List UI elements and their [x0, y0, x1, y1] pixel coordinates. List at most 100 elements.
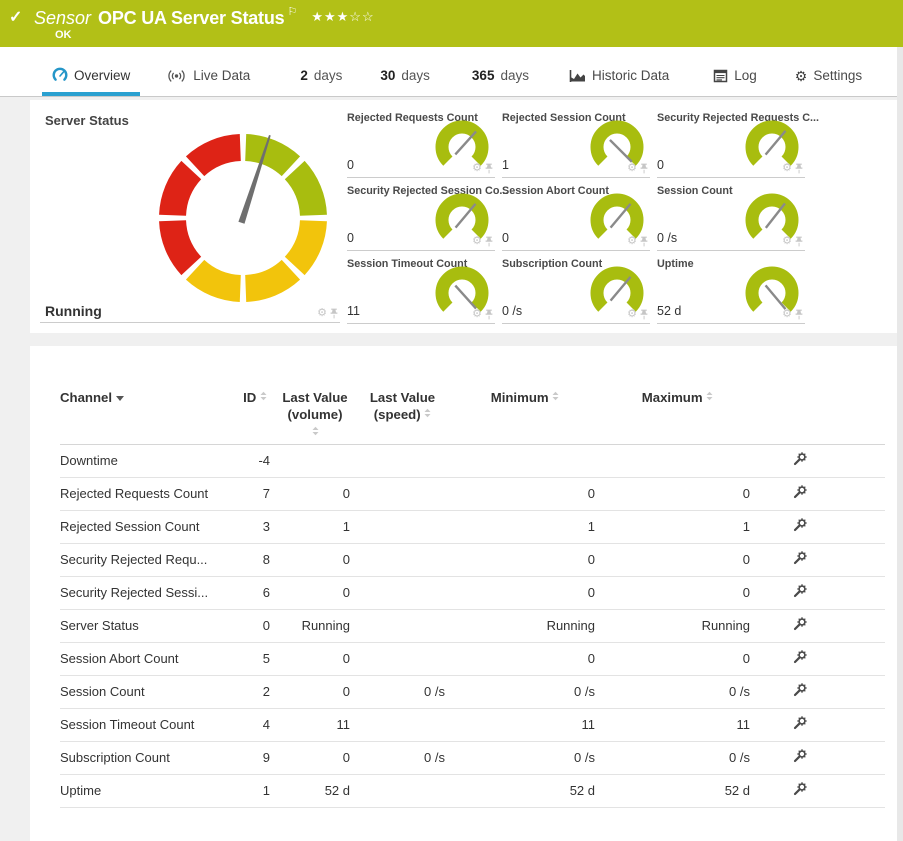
channel-name: Session Count — [60, 675, 240, 708]
wrench-icon[interactable] — [793, 617, 807, 631]
tab-2-days[interactable]: 2days — [290, 68, 352, 96]
column-header[interactable]: ID — [240, 390, 280, 444]
table-row: Subscription Count900 /s0 /s0 /s — [60, 741, 885, 774]
mini-gauge-panel: Session Abort Count 0 ⚙ — [502, 179, 650, 251]
chart-icon — [569, 69, 586, 83]
tab-overview[interactable]: Overview — [42, 67, 140, 96]
channel-cell: 0 /s — [455, 675, 605, 708]
sort-icon[interactable] — [312, 426, 319, 436]
tab-log[interactable]: Log — [703, 68, 767, 96]
channel-name: Uptime — [60, 774, 240, 807]
channel-cell: 0 — [455, 543, 605, 576]
tab-365-days[interactable]: 365days — [462, 68, 539, 96]
wrench-icon[interactable] — [793, 683, 807, 697]
sort-icon[interactable] — [424, 408, 431, 418]
wrench-icon[interactable] — [793, 749, 807, 763]
channel-name: Rejected Requests Count — [60, 477, 240, 510]
pin-icon[interactable] — [795, 163, 803, 174]
gear-icon[interactable]: ⚙ — [782, 309, 792, 320]
pin-icon[interactable] — [640, 309, 648, 320]
mini-gauge-value: 0 — [347, 158, 354, 172]
wrench-icon[interactable] — [793, 518, 807, 532]
priority-stars[interactable]: ★★★☆☆ — [311, 9, 374, 24]
channel-cell: 9 — [240, 741, 280, 774]
table-row: Downtime-4 — [60, 444, 885, 477]
channel-cell: 0 — [605, 576, 760, 609]
mini-gauge-panel: Uptime 52 d ⚙ — [657, 252, 805, 324]
channel-name: Rejected Session Count — [60, 510, 240, 543]
page-edge — [897, 47, 903, 841]
channel-cell — [360, 477, 455, 510]
wrench-icon[interactable] — [793, 650, 807, 664]
tab-historic-data[interactable]: Historic Data — [559, 68, 679, 96]
channel-cell: 1 — [280, 510, 360, 543]
pin-icon[interactable] — [640, 236, 648, 247]
pin-icon[interactable] — [485, 236, 493, 247]
column-header[interactable]: Last Value(volume) — [280, 390, 360, 444]
wrench-icon[interactable] — [793, 782, 807, 796]
channel-cell: 0 — [240, 609, 280, 642]
sensor-kind-label: Sensor — [34, 8, 91, 28]
channel-cell: 0 — [280, 642, 360, 675]
flag-icon[interactable]: ⚐ — [287, 6, 297, 18]
sort-icon[interactable] — [706, 391, 713, 401]
tab-live-data[interactable]: Live Data — [156, 68, 260, 96]
sensor-header: ✓ SensorOPC UA Server Status⚐★★★☆☆ OK — [0, 0, 903, 47]
tab-30-days[interactable]: 30days — [370, 68, 440, 96]
mini-gauge-value: 0 /s — [502, 304, 522, 318]
mini-gauge-value: 52 d — [657, 304, 681, 318]
gear-icon[interactable]: ⚙ — [472, 236, 482, 247]
mini-gauge-panel: Rejected Session Count 1 ⚙ — [502, 106, 650, 178]
sort-icon[interactable] — [552, 391, 559, 401]
pin-icon[interactable] — [640, 163, 648, 174]
gear-icon[interactable]: ⚙ — [782, 163, 792, 174]
pin-icon[interactable] — [795, 309, 803, 320]
wrench-icon[interactable] — [793, 551, 807, 565]
channel-cell — [360, 543, 455, 576]
gear-icon[interactable]: ⚙ — [782, 236, 792, 247]
wrench-icon[interactable] — [793, 716, 807, 730]
main-gauge-value: Running — [45, 303, 102, 319]
mini-gauge-panel: Security Rejected Requests C... 0 ⚙ — [657, 106, 805, 178]
broadcast-icon — [166, 69, 187, 83]
table-row: Rejected Session Count3111 — [60, 510, 885, 543]
channel-name: Subscription Count — [60, 741, 240, 774]
mini-gauge-panel: Session Timeout Count 11 ⚙ — [347, 252, 495, 324]
sort-icon[interactable] — [260, 391, 267, 401]
table-row: Session Timeout Count4111111 — [60, 708, 885, 741]
wrench-icon[interactable] — [793, 584, 807, 598]
pin-icon[interactable] — [485, 309, 493, 320]
channel-cell: 0 — [280, 675, 360, 708]
channel-cell — [360, 510, 455, 543]
column-header[interactable]: Minimum — [455, 390, 605, 444]
gear-icon: ⚙ — [795, 69, 808, 83]
pin-icon[interactable] — [485, 163, 493, 174]
channel-cell: 1 — [455, 510, 605, 543]
mini-gauge-panel: Rejected Requests Count 0 ⚙ — [347, 106, 495, 178]
channel-cell: 52 d — [280, 774, 360, 807]
gear-icon[interactable]: ⚙ — [627, 309, 637, 320]
channel-cell — [455, 444, 605, 477]
column-header[interactable]: Channel — [60, 390, 240, 444]
gear-icon[interactable]: ⚙ — [472, 163, 482, 174]
pin-icon[interactable] — [795, 236, 803, 247]
channel-cell — [605, 444, 760, 477]
gear-icon[interactable]: ⚙ — [317, 308, 327, 319]
gear-icon[interactable]: ⚙ — [627, 163, 637, 174]
channels-card: Channel ID Last Value(volume)Last Value(… — [30, 346, 897, 841]
tab-settings[interactable]: ⚙ Settings — [785, 68, 862, 96]
gear-icon[interactable]: ⚙ — [472, 309, 482, 320]
sort-caret-icon[interactable] — [116, 396, 124, 401]
wrench-icon[interactable] — [793, 452, 807, 466]
channel-cell: 2 — [240, 675, 280, 708]
column-header[interactable]: Maximum — [605, 390, 760, 444]
channels-table: Channel ID Last Value(volume)Last Value(… — [60, 390, 885, 808]
table-header-row: Channel ID Last Value(volume)Last Value(… — [60, 390, 885, 444]
gear-icon[interactable]: ⚙ — [627, 236, 637, 247]
pin-icon[interactable] — [330, 308, 338, 319]
main-gauge-value-row: Running ⚙ — [40, 300, 340, 323]
gauge-icon — [52, 67, 68, 83]
column-header[interactable]: Last Value(speed) — [360, 390, 455, 444]
channel-cell: 4 — [240, 708, 280, 741]
wrench-icon[interactable] — [793, 485, 807, 499]
